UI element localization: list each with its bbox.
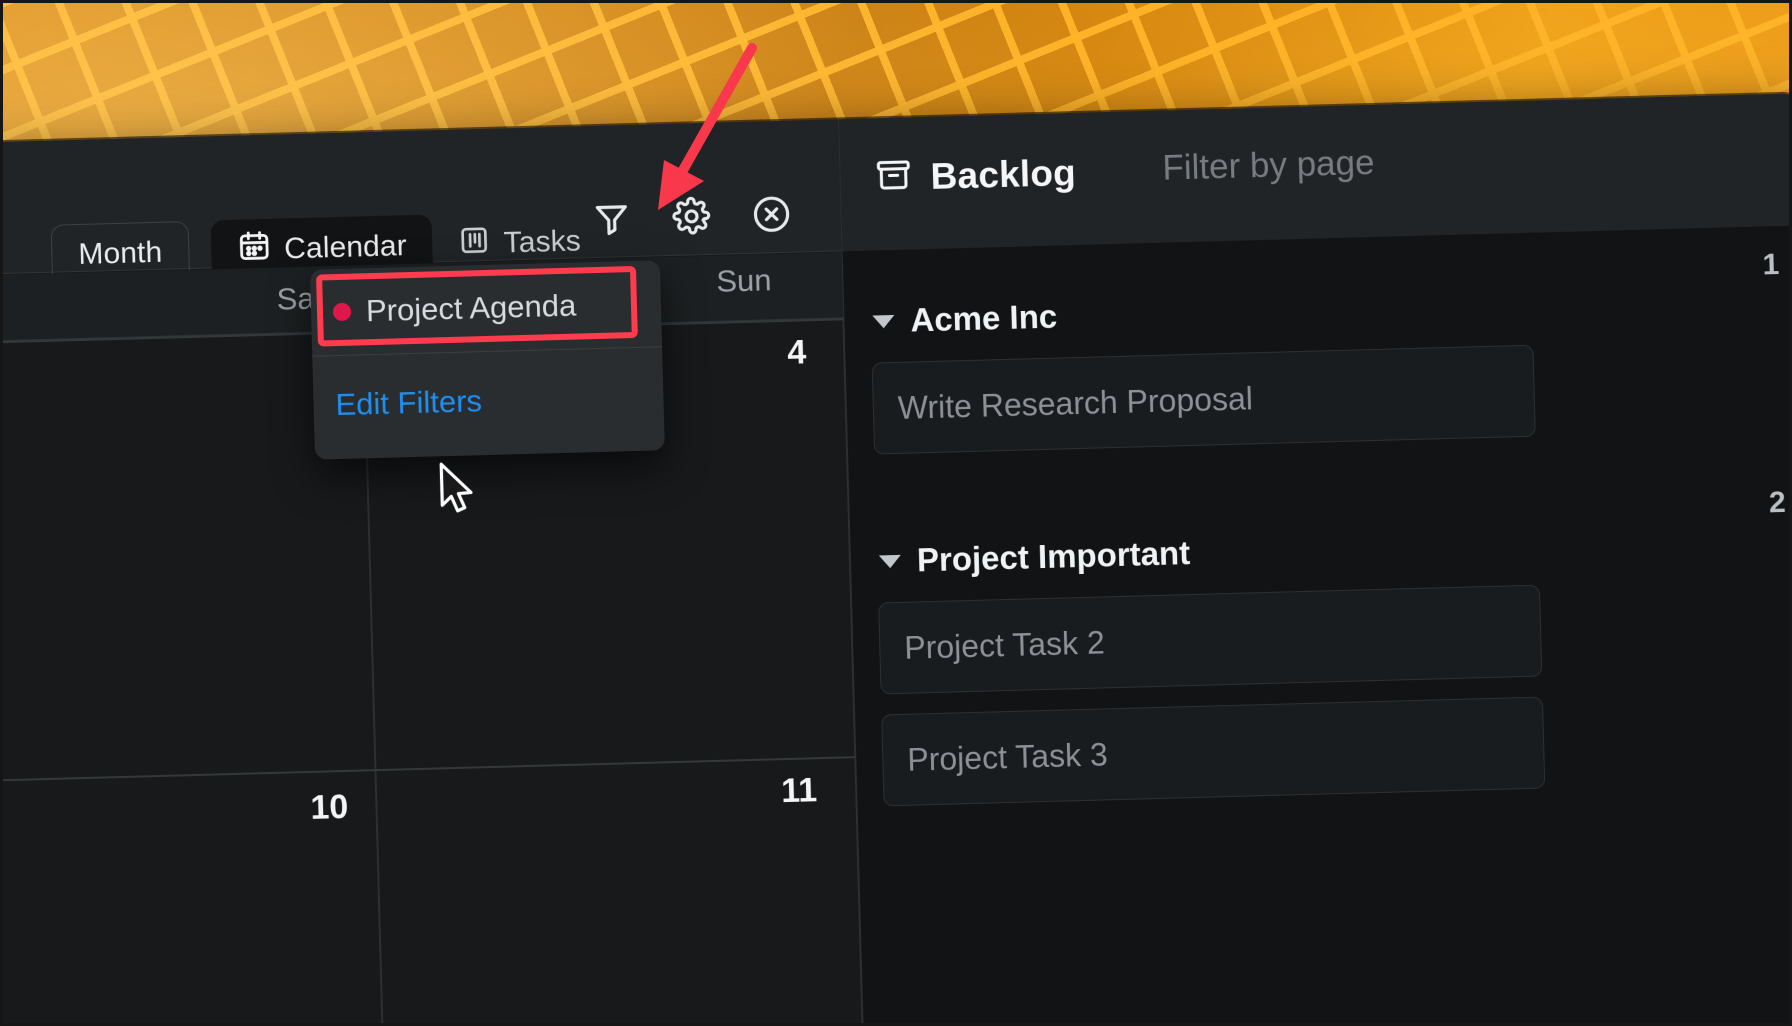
edit-filters-link[interactable]: Edit Filters <box>335 383 482 423</box>
calendar-icon <box>237 229 272 272</box>
view-button-tasks-label: Tasks <box>503 224 582 260</box>
filter-option-project-agenda[interactable]: Project Agenda <box>310 260 662 355</box>
grid-row-divider <box>0 756 856 781</box>
mouse-cursor-icon <box>437 461 479 518</box>
task-title: Write Research Proposal <box>897 379 1254 426</box>
group-name: Project Important <box>916 534 1191 579</box>
calendar-toolbar: Month Calendar Tasks <box>0 119 842 287</box>
backlog-task-card[interactable]: Write Research Proposal <box>871 344 1536 455</box>
backlog-task-card[interactable]: Project Task 3 <box>881 696 1546 807</box>
screenshot-root: Month Calendar Tasks Sa Sun 4 10 11 Proj… <box>0 0 1792 1026</box>
archive-box-icon <box>874 155 913 199</box>
task-title: Project Task 2 <box>903 623 1106 666</box>
backlog-group-project-important: Project Important 2 Project Task 2 Proje… <box>850 486 1792 807</box>
chevron-down-icon[interactable] <box>878 554 902 568</box>
calendar-day-number-4[interactable]: 4 <box>787 333 807 372</box>
color-dot-icon <box>332 302 352 322</box>
backlog-list: Acme Inc 1 Write Research Proposal Proje… <box>843 225 1792 1026</box>
app-window: Month Calendar Tasks Sa Sun 4 10 11 Proj… <box>0 93 1792 1026</box>
view-button-calendar-label: Calendar <box>283 229 408 266</box>
group-name: Acme Inc <box>909 297 1058 339</box>
backlog-group-acme-inc: Acme Inc 1 Write Research Proposal <box>843 248 1792 455</box>
weekday-header-saturday: Sa <box>276 280 316 317</box>
toolbar-icon-row <box>590 193 793 240</box>
backlog-title: Backlog <box>930 151 1077 197</box>
filter-option-label: Project Agenda <box>365 287 577 329</box>
app-window-surface: Month Calendar Tasks Sa Sun 4 10 11 Proj… <box>0 93 1792 1026</box>
backlog-title-wrap: Backlog <box>874 151 1076 199</box>
filter-dropdown: Project Agenda Edit Filters <box>309 260 665 460</box>
gear-icon[interactable] <box>670 195 713 238</box>
weekday-header-sunday: Sun <box>715 262 772 299</box>
chevron-down-icon[interactable] <box>872 314 895 329</box>
backlog-filter-input[interactable]: Filter by page <box>1162 143 1375 189</box>
kanban-board-icon <box>458 224 491 265</box>
task-title: Project Task 3 <box>906 735 1109 778</box>
group-count-badge: 2 <box>1768 485 1787 520</box>
backlog-panel: Backlog Filter by page Acme Inc 1 Write … <box>838 93 1792 1026</box>
calendar-day-number-11[interactable]: 11 <box>781 771 818 811</box>
view-button-month-label: Month <box>77 235 163 271</box>
group-header[interactable]: Acme Inc <box>872 298 1058 341</box>
group-count-badge: 1 <box>1762 248 1780 282</box>
calendar-pane: Month Calendar Tasks Sa Sun 4 10 11 Proj… <box>0 119 865 1026</box>
group-header[interactable]: Project Important <box>878 534 1191 580</box>
backlog-task-card[interactable]: Project Task 2 <box>878 584 1543 695</box>
backlog-header: Backlog Filter by page <box>839 93 1792 252</box>
filter-icon[interactable] <box>590 197 633 240</box>
calendar-day-number-10[interactable]: 10 <box>310 788 349 828</box>
close-circle-icon[interactable] <box>750 193 793 236</box>
